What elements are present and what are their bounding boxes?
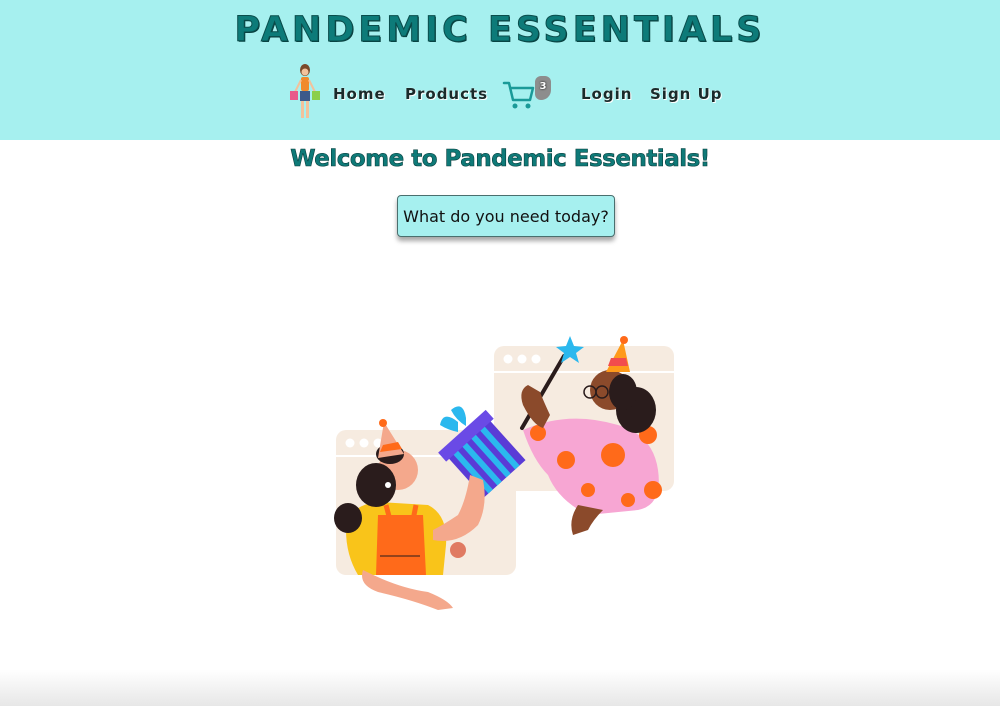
nav-login[interactable]: Login bbox=[581, 85, 632, 103]
shopping-woman-icon[interactable] bbox=[288, 62, 322, 124]
cart-button[interactable]: 3 bbox=[502, 76, 554, 112]
welcome-heading: Welcome to Pandemic Essentials! bbox=[290, 146, 711, 173]
nav-home[interactable]: Home bbox=[333, 85, 386, 103]
nav-sign-up[interactable]: Sign Up bbox=[650, 85, 723, 103]
site-header: PANDEMIC ESSENTIALS Home Products 3 Logi… bbox=[0, 0, 1000, 140]
nav-products[interactable]: Products bbox=[405, 85, 488, 103]
cart-count-badge: 3 bbox=[535, 76, 551, 100]
site-title: PANDEMIC ESSENTIALS bbox=[234, 10, 766, 51]
cart-icon bbox=[502, 81, 535, 109]
party-celebration-illustration bbox=[334, 336, 674, 610]
bottom-fade bbox=[0, 670, 1000, 706]
page: PANDEMIC ESSENTIALS Home Products 3 Logi… bbox=[0, 0, 1000, 706]
main-nav: Home Products 3 Login Sign Up bbox=[0, 62, 1000, 128]
what-do-you-need-button[interactable]: What do you need today? bbox=[397, 195, 615, 237]
